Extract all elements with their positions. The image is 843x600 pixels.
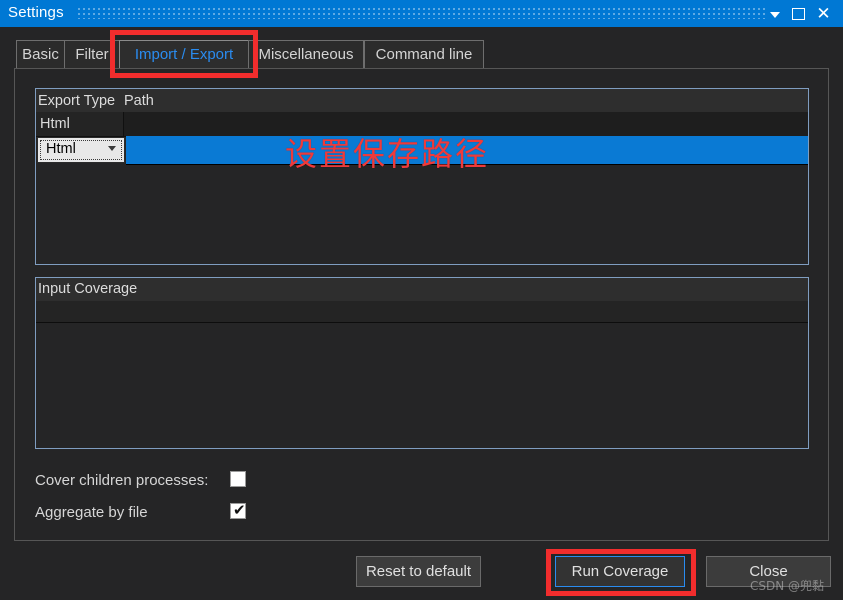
export-type-combobox[interactable]: Html (37, 137, 125, 163)
option-cover-children-processes-label: Cover children processes: (35, 471, 209, 489)
input-coverage-subheader (36, 301, 808, 323)
tab-miscellaneous-label: Miscellaneous (258, 46, 354, 63)
column-header-path[interactable]: Path (124, 89, 154, 112)
annotation-box-import-export (110, 30, 258, 78)
checkmark-icon: ✔ (233, 501, 246, 519)
export-type-combobox-value: Html (46, 141, 76, 157)
checkbox-aggregate-by-file[interactable]: ✔ (230, 501, 246, 519)
minimize-button[interactable] (763, 0, 786, 27)
tab-miscellaneous[interactable]: Miscellaneous (248, 40, 364, 69)
tab-filter-label: Filter (75, 46, 109, 63)
annotation-box-run-coverage (546, 549, 696, 596)
reset-to-default-label: Reset to default (365, 563, 472, 580)
close-button[interactable]: ✕ (812, 0, 835, 27)
input-coverage-table[interactable]: Input Coverage (35, 277, 809, 449)
option-aggregate-by-file-label: Aggregate by file (35, 503, 148, 521)
option-aggregate-by-file[interactable]: Aggregate by file (35, 501, 295, 523)
maximize-button[interactable] (787, 0, 810, 27)
settings-window: Settings ✕ Basic Filter Import / Export … (0, 0, 843, 600)
export-table[interactable]: Export Type Path Html Html (35, 88, 809, 265)
checkbox-cover-children-processes[interactable] (230, 471, 246, 487)
annotation-chinese-note: 设置保存路径 (285, 135, 490, 173)
cell-export-type[interactable]: Html (36, 112, 124, 136)
title-bar[interactable]: Settings ✕ (0, 0, 843, 27)
export-table-header: Export Type Path (36, 89, 808, 113)
chevron-down-icon (769, 11, 780, 18)
close-x-icon: ✕ (816, 4, 831, 23)
input-coverage-title: Input Coverage (38, 281, 138, 297)
reset-to-default-button[interactable]: Reset to default (356, 556, 481, 587)
tab-basic[interactable]: Basic (16, 40, 65, 69)
chevron-down-icon (108, 146, 116, 151)
column-header-export-type[interactable]: Export Type (38, 89, 115, 112)
tab-command-line[interactable]: Command line (364, 40, 484, 69)
tab-command-line-label: Command line (375, 46, 473, 63)
input-coverage-header: Input Coverage (36, 278, 808, 301)
option-cover-children-processes[interactable]: Cover children processes: (35, 469, 295, 491)
maximize-square-icon (792, 7, 805, 20)
watermark: CSDN @兜黏 (750, 579, 825, 593)
tab-basic-label: Basic (22, 46, 59, 63)
drag-handle-dots[interactable] (78, 8, 768, 19)
window-title: Settings (8, 4, 64, 21)
